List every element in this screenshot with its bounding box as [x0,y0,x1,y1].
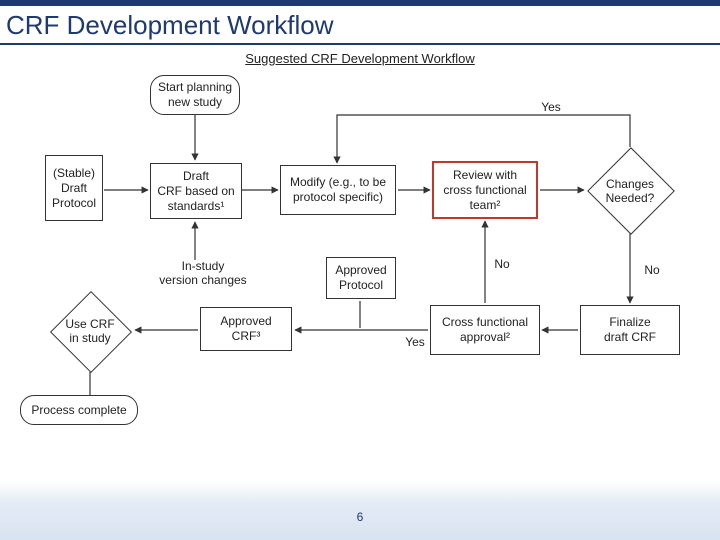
node-process-complete: Process complete [20,395,138,425]
label-no-right: No [640,263,664,277]
node-changes-needed-shape [587,147,675,235]
node-in-study-changes: In-studyversion changes [158,259,248,288]
node-review: Review withcross functionalteam² [432,161,538,219]
page-title: CRF Development Workflow [0,6,720,45]
node-approved-crf: ApprovedCRF³ [200,307,292,351]
node-cross-approval: Cross functionalapproval² [430,305,540,355]
node-start: Start planningnew study [150,75,240,115]
node-modify: Modify (e.g., to beprotocol specific) [280,165,396,215]
node-draft-crf: DraftCRF based onstandards¹ [150,163,242,219]
label-no-mid: No [490,257,514,271]
node-stable-protocol: (Stable)DraftProtocol [45,155,103,221]
label-yes-top: Yes [536,100,566,114]
flowchart-canvas: Suggested CRF Development Workflow [0,45,720,485]
page-number: 6 [357,510,364,524]
label-yes-bottom: Yes [400,335,430,349]
node-use-crf-shape [50,291,132,373]
node-approved-protocol: ApprovedProtocol [326,257,396,299]
node-finalize: Finalizedraft CRF [580,305,680,355]
diagram-subtitle: Suggested CRF Development Workflow [245,51,475,66]
